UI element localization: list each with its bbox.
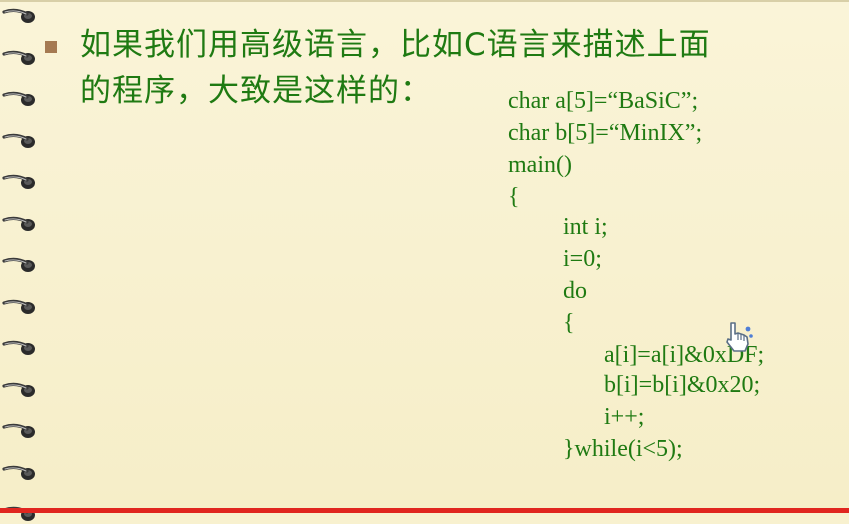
spiral-ring-icon <box>2 91 35 106</box>
code-line-2: char b[5]=“MinIX”; <box>508 120 703 146</box>
slide-page: 如果我们用高级语言，比如C语言来描述上面 的程序，大致是这样的： char a[… <box>0 0 849 521</box>
spiral-ring-icon <box>2 340 35 355</box>
code-line-11: i++; <box>604 404 645 430</box>
spiral-ring-icon <box>2 465 35 480</box>
spiral-ring-icon <box>2 423 35 438</box>
heading-line-2: 的程序，大致是这样的： <box>80 73 432 109</box>
code-line-10: b[i]=b[i]&0x20; <box>604 372 761 398</box>
top-border <box>0 0 849 2</box>
spiral-ring-icon <box>2 50 35 65</box>
bottom-red-rule <box>0 508 849 513</box>
spiral-ring-icon <box>2 382 35 397</box>
spiral-ring-icon <box>2 216 35 231</box>
heading-line-1: 如果我们用高级语言，比如C语言来描述上面 <box>80 27 711 63</box>
spiral-ring-icon <box>2 8 35 23</box>
code-line-5: int i; <box>563 214 608 240</box>
spiral-ring-icon <box>2 299 35 314</box>
spiral-ring-icon <box>2 174 35 189</box>
hand-pointer-cursor-icon <box>726 322 753 352</box>
square-bullet-icon <box>45 41 57 53</box>
slide-heading: 如果我们用高级语言，比如C语言来描述上面 的程序，大致是这样的： <box>80 22 820 114</box>
code-line-12: }while(i<5); <box>563 436 683 462</box>
code-line-7: do <box>563 278 587 304</box>
code-line-4: { <box>508 184 520 210</box>
code-line-6: i=0; <box>563 246 602 272</box>
spiral-ring-icon <box>2 257 35 272</box>
spiral-ring-icon <box>2 133 35 148</box>
spiral-ring-icon <box>2 506 35 521</box>
code-line-8: { <box>563 310 575 336</box>
code-line-3: main() <box>508 152 572 178</box>
spiral-binding <box>0 0 44 521</box>
